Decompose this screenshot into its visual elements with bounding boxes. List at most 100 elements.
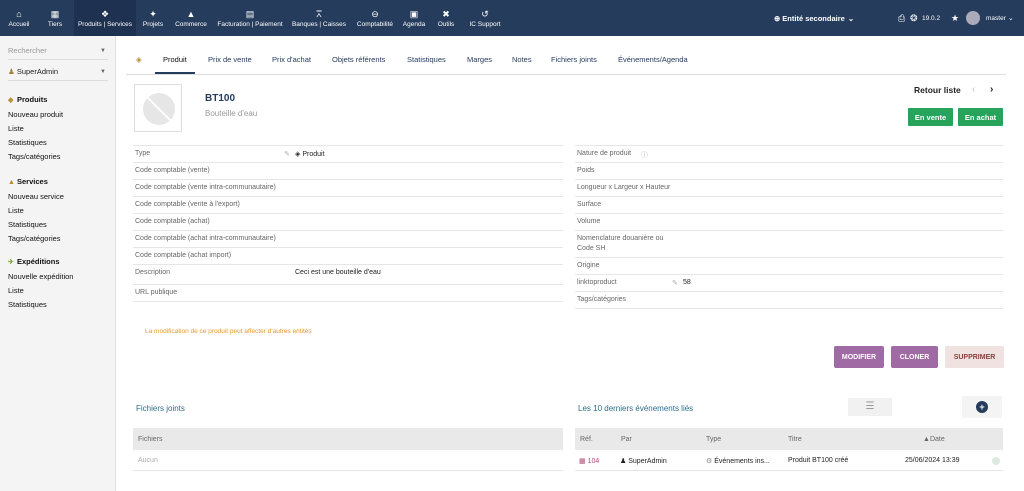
back-to-list-link[interactable]: Retour liste: [914, 85, 961, 95]
tab-fichiers-joints[interactable]: Fichiers joints: [551, 55, 597, 64]
field-label-line2: Code SH: [577, 245, 606, 252]
field-label: Nature de produit: [577, 150, 632, 157]
product-ref: BT100: [205, 93, 236, 104]
next-record-icon[interactable]: ›: [990, 84, 993, 95]
field-row: Code comptable (achat import): [133, 247, 563, 264]
tab-objets-referents[interactable]: Objets référents: [332, 55, 385, 64]
col-by[interactable]: Par: [621, 436, 632, 443]
menu-banques[interactable]: ⩞ Banques | Caisses: [288, 0, 350, 36]
sidebar-item-tags-produits[interactable]: Tags/catégories: [8, 152, 61, 161]
pencil-edit-icon[interactable]: ✎: [672, 279, 678, 287]
pencil-edit-icon[interactable]: ✎: [284, 150, 290, 158]
plus-icon: +: [976, 401, 988, 413]
sidebar-item-liste-expeditions[interactable]: Liste: [8, 286, 24, 295]
files-empty-text: Aucun: [138, 457, 158, 464]
tab-bar-divider: [126, 74, 1006, 75]
menu-accueil[interactable]: ⌂ Accueil: [4, 0, 34, 36]
col-ref[interactable]: Réf.: [580, 436, 593, 443]
sidebar-item-statistiques-expeditions[interactable]: Statistiques: [8, 300, 47, 309]
tab-notes[interactable]: Notes: [512, 55, 532, 64]
projects-icon: ✦: [149, 8, 157, 19]
attached-files-title[interactable]: Fichiers joints: [136, 404, 185, 413]
search-select[interactable]: Rechercher ▼: [8, 46, 108, 60]
menu-outils[interactable]: ✖ Outils: [434, 0, 458, 36]
tab-marges[interactable]: Marges: [467, 55, 492, 64]
tab-evenements-agenda[interactable]: Événements/Agenda: [618, 55, 688, 64]
accounting-icon: ⊖: [371, 8, 379, 19]
sidebar-item-liste-produits[interactable]: Liste: [8, 124, 24, 133]
menu-projets[interactable]: ✦ Projets: [140, 0, 166, 36]
info-icon[interactable]: ⓘ: [641, 150, 648, 160]
tab-statistiques[interactable]: Statistiques: [407, 55, 446, 64]
field-label: Description: [135, 269, 171, 276]
bookmark-star-icon[interactable]: ★: [951, 0, 959, 36]
user-select[interactable]: ♟ SuperAdmin ▼: [8, 67, 108, 81]
entity-selector[interactable]: ⊕ Entité secondaire ⌄: [774, 0, 854, 36]
product-photo-placeholder[interactable]: [134, 84, 182, 132]
shipping-icon: ✈: [8, 259, 14, 266]
version-label: 19.0.2: [922, 14, 941, 22]
event-ref-link[interactable]: ▦ 104: [579, 457, 599, 465]
sidebar-group-produits[interactable]: ◈ Produits: [8, 95, 47, 104]
sidebar-item-nouvelle-expedition[interactable]: Nouvelle expédition: [8, 272, 73, 281]
event-status-dot: [992, 457, 1000, 465]
help-icon[interactable]: ❂: [910, 0, 918, 36]
tab-prix-achat[interactable]: Prix d'achat: [272, 55, 311, 64]
events-title[interactable]: Les 10 derniers événements liés: [578, 404, 693, 413]
field-row: Longueur x Largeur x Hauteur: [575, 179, 1003, 196]
invoice-icon: ▤: [245, 8, 255, 19]
menu-tiers[interactable]: ▦ Tiers: [44, 0, 66, 36]
menu-produits-services[interactable]: ❖ Produits | Services: [74, 0, 136, 36]
print-icon[interactable]: ⎙: [898, 0, 905, 36]
sidebar-item-tags-services[interactable]: Tags/catégories: [8, 234, 61, 243]
sidebar-item-nouveau-produit[interactable]: Nouveau produit: [8, 110, 63, 119]
caret-down-icon: ▼: [100, 48, 106, 54]
multientity-warning: La modification de ce produit peut affec…: [145, 328, 312, 335]
field-row: Volume: [575, 213, 1003, 230]
user-menu[interactable]: master ⌄: [966, 0, 1014, 36]
sidebar-group-expeditions[interactable]: ✈ Expéditions: [8, 257, 60, 266]
sidebar-item-liste-services[interactable]: Liste: [8, 206, 24, 215]
previous-record-icon[interactable]: ‹: [972, 84, 975, 95]
clone-button[interactable]: CLONER: [891, 346, 938, 368]
menu-label: Outils: [437, 20, 455, 28]
event-title[interactable]: Produit BT100 créé: [788, 457, 848, 464]
field-label: Poids: [577, 167, 595, 174]
menu-label: Produits | Services: [77, 20, 133, 28]
add-event-button[interactable]: +: [962, 396, 1002, 418]
sidebar-item-nouveau-service[interactable]: Nouveau service: [8, 192, 64, 201]
field-label: Surface: [577, 201, 602, 208]
sidebar-group-services[interactable]: ▲ Services: [8, 177, 48, 186]
sidebar-item-statistiques-services[interactable]: Statistiques: [8, 220, 47, 229]
bank-icon: ⩞: [316, 8, 322, 19]
list-view-icon[interactable]: ☰: [848, 398, 892, 416]
menu-comptabilite[interactable]: ⊖ Comptabilité: [352, 0, 398, 36]
support-icon: ↺: [481, 8, 489, 19]
on-sale-badge[interactable]: En vente: [908, 108, 953, 126]
field-row-type: Type ✎ ◈ Produit: [133, 145, 563, 162]
col-title[interactable]: Titre: [788, 436, 802, 443]
menu-agenda[interactable]: ▣ Agenda: [400, 0, 428, 36]
menu-label: Agenda: [402, 20, 426, 28]
field-row: URL publique: [133, 284, 563, 302]
sort-asc-icon: ▲: [923, 436, 930, 443]
menu-ic-support[interactable]: ↺ IC Support: [466, 0, 504, 36]
delete-button[interactable]: SUPPRIMER: [945, 346, 1004, 368]
tab-prix-de-vente[interactable]: Prix de vente: [208, 55, 252, 64]
menu-commerce[interactable]: ▲ Commerce: [172, 0, 210, 36]
menu-facturation[interactable]: ▤ Facturation | Paiement: [214, 0, 286, 36]
sidebar-item-statistiques-produits[interactable]: Statistiques: [8, 138, 47, 147]
modify-button[interactable]: MODIFIER: [834, 346, 884, 368]
col-type[interactable]: Type: [706, 436, 721, 443]
tab-produit[interactable]: Produit: [163, 55, 187, 64]
field-value: 58: [683, 279, 691, 286]
event-user-link[interactable]: ♟ SuperAdmin: [620, 457, 667, 465]
tools-icon: ✖: [442, 8, 450, 19]
product-label: Bouteille d'eau: [205, 109, 258, 118]
home-icon: ⌂: [16, 8, 22, 19]
commerce-icon: ▲: [186, 8, 196, 19]
on-purchase-badge[interactable]: En achat: [958, 108, 1003, 126]
files-table-bottom-line: [133, 470, 563, 471]
event-type-label: Événements ins...: [714, 458, 770, 465]
col-date[interactable]: ▲Date: [923, 436, 945, 443]
